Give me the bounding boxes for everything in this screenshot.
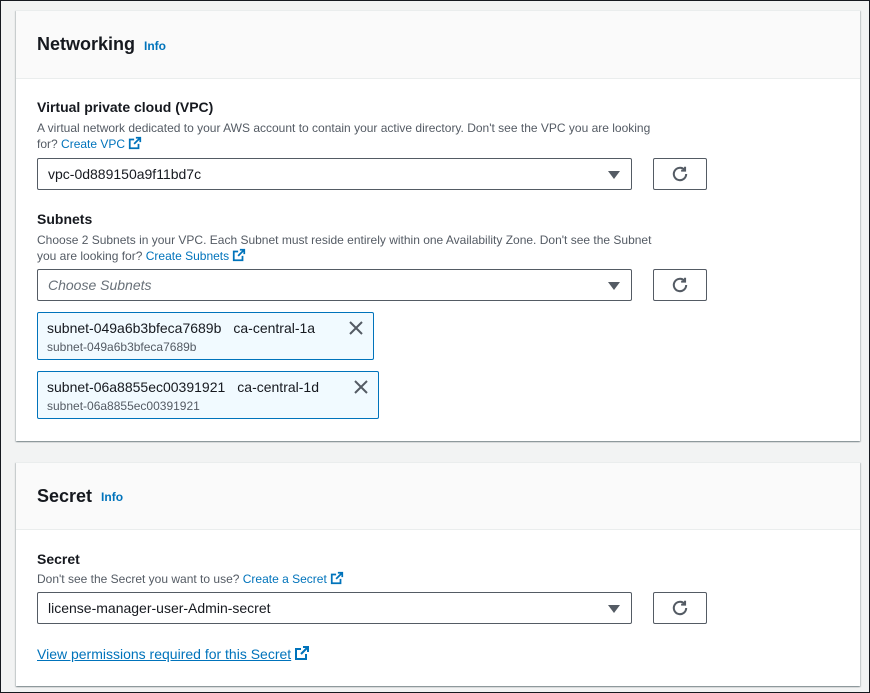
subnet-token: subnet-06a8855ec00391921 ca-central-1d s… [37, 371, 379, 419]
close-icon[interactable] [348, 320, 364, 336]
secret-refresh-button[interactable] [653, 592, 707, 624]
subnet-token-id: subnet-06a8855ec00391921 [47, 379, 226, 395]
vpc-selected-value: vpc-0d889150a9f11bd7c [48, 166, 202, 182]
external-link-icon [295, 646, 310, 660]
subnet-token-id: subnet-049a6b3bfeca7689b [47, 320, 222, 336]
subnets-select[interactable]: Choose Subnets [37, 269, 632, 301]
secret-description: Don't see the Secret you want to use? Cr… [37, 571, 344, 587]
create-vpc-link[interactable]: Create VPC [61, 136, 142, 151]
secret-selected-value: license-manager-user-Admin-secret [48, 600, 271, 616]
subnets-description: Choose 2 Subnets in your VPC. Each Subne… [37, 233, 652, 263]
subnet-token-zone: ca-central-1a [233, 320, 316, 336]
subnet-token-description: subnet-06a8855ec00391921 [47, 399, 200, 413]
subnet-token: subnet-049a6b3bfeca7689b ca-central-1a s… [37, 312, 374, 360]
networking-panel: Networking Info Virtual private cloud (V… [16, 10, 860, 441]
secret-title: Secret [37, 485, 93, 506]
subnets-placeholder: Choose Subnets [48, 277, 152, 293]
networking-header: Networking Info [16, 11, 860, 79]
caret-down-icon [608, 171, 620, 179]
view-permissions-link[interactable]: View permissions required for this Secre… [37, 645, 310, 662]
vpc-refresh-button[interactable] [653, 158, 707, 190]
external-link-icon [128, 136, 142, 150]
subnet-token-description: subnet-049a6b3bfeca7689b [47, 340, 197, 354]
vpc-select[interactable]: vpc-0d889150a9f11bd7c [37, 158, 632, 190]
close-icon[interactable] [353, 379, 369, 395]
secret-select[interactable]: license-manager-user-Admin-secret [37, 592, 632, 624]
vpc-description: A virtual network dedicated to your AWS … [37, 121, 651, 151]
networking-info-link[interactable]: Info [144, 39, 166, 53]
refresh-icon [672, 277, 688, 293]
caret-down-icon [608, 282, 620, 290]
vpc-label: Virtual private cloud (VPC) [37, 99, 214, 115]
secret-header: Secret Info [16, 463, 860, 530]
external-link-icon [330, 571, 343, 585]
create-subnets-link[interactable]: Create Subnets [146, 248, 246, 263]
secret-info-link[interactable]: Info [101, 490, 123, 504]
secret-panel: Secret Info Secret Don't see the Secret … [16, 462, 860, 686]
secret-label: Secret [37, 551, 80, 567]
refresh-icon [672, 600, 688, 616]
refresh-icon [672, 166, 688, 182]
subnet-token-zone: ca-central-1d [237, 379, 319, 395]
networking-title: Networking [37, 34, 136, 54]
create-secret-link[interactable]: Create a Secret [243, 571, 344, 586]
subnets-refresh-button[interactable] [653, 269, 707, 301]
subnets-label: Subnets [37, 211, 93, 227]
external-link-icon [233, 248, 246, 262]
caret-down-icon [608, 605, 620, 613]
